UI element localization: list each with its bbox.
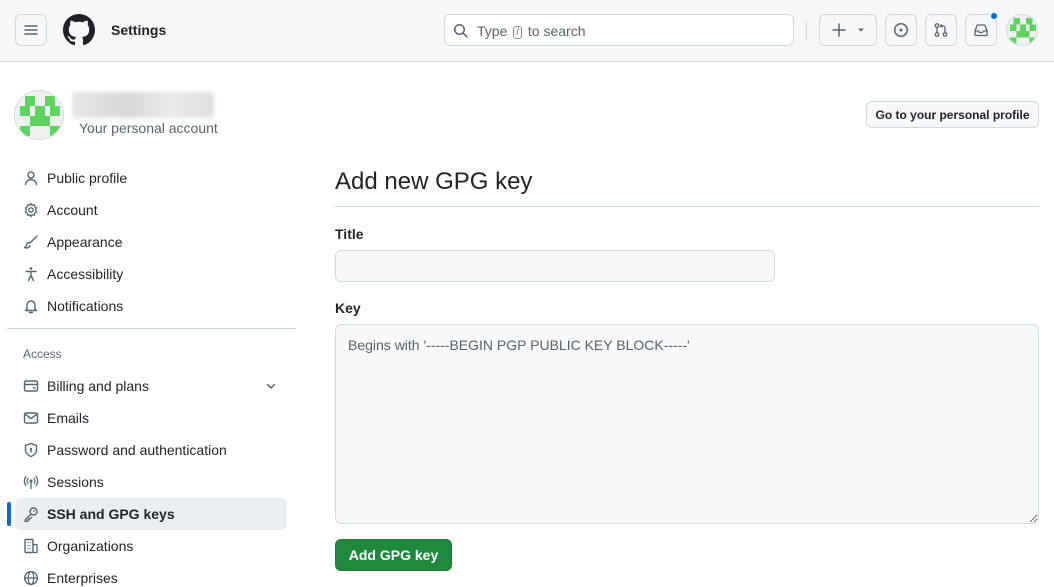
- key-field[interactable]: [335, 324, 1039, 524]
- person-icon: [15, 170, 47, 186]
- triangle-down-icon: [856, 25, 866, 35]
- header-title[interactable]: Settings: [111, 22, 166, 38]
- paintbrush-icon: [15, 234, 47, 250]
- sidebar-heading-access: Access: [23, 347, 62, 361]
- user-avatar[interactable]: [1006, 14, 1038, 46]
- title-divider: [335, 206, 1039, 207]
- search-icon: [453, 23, 469, 39]
- shield-lock-icon: [15, 442, 47, 458]
- key-label: Key: [335, 300, 361, 316]
- account-username-redacted: [72, 92, 214, 118]
- search-input[interactable]: Type / to search: [444, 14, 794, 46]
- sidebar-item-billing[interactable]: Billing and plans: [15, 370, 287, 402]
- sidebar-item-label: Emails: [47, 410, 90, 426]
- sidebar-item-organizations[interactable]: Organizations: [15, 530, 287, 562]
- bell-icon: [15, 298, 47, 314]
- go-to-profile-button[interactable]: Go to your personal profile: [866, 101, 1039, 128]
- add-gpg-key-button[interactable]: Add GPG key: [335, 539, 452, 571]
- sidebar-item-accessibility[interactable]: Accessibility: [15, 258, 287, 290]
- menu-button[interactable]: [15, 14, 47, 46]
- search-shortcut-key: /: [513, 26, 523, 39]
- chevron-down-icon[interactable]: [265, 380, 277, 392]
- issue-opened-icon: [893, 22, 909, 38]
- sidebar-item-enterprises[interactable]: Enterprises: [15, 562, 287, 587]
- sidebar-item-appearance[interactable]: Appearance: [15, 226, 287, 258]
- inbox-icon: [973, 22, 989, 38]
- title-label: Title: [335, 226, 364, 242]
- sidebar-item-public-profile[interactable]: Public profile: [15, 162, 287, 194]
- pull-requests-button[interactable]: [925, 14, 957, 46]
- sidebar-item-account[interactable]: Account: [15, 194, 287, 226]
- gear-icon: [15, 202, 47, 218]
- sidebar-item-password-authentication[interactable]: Password and authentication: [15, 434, 287, 466]
- title-field[interactable]: [335, 250, 775, 282]
- sidebar-item-label: Billing and plans: [47, 378, 149, 394]
- plus-icon: [831, 22, 847, 38]
- organization-icon: [15, 538, 47, 554]
- broadcast-icon: [15, 474, 47, 490]
- sidebar-item-label: SSH and GPG keys: [47, 506, 175, 522]
- hamburger-icon: [23, 22, 39, 38]
- key-icon: [15, 506, 47, 522]
- account-avatar: [14, 90, 64, 140]
- sidebar-item-label: Sessions: [47, 474, 104, 490]
- sidebar-item-label: Password and authentication: [47, 442, 227, 458]
- sidebar-item-label: Enterprises: [47, 570, 118, 586]
- sidebar-item-label: Appearance: [47, 234, 123, 250]
- create-new-button[interactable]: [819, 14, 877, 46]
- sidebar-item-notifications[interactable]: Notifications: [15, 290, 287, 322]
- notification-indicator: [990, 12, 998, 20]
- accessibility-icon: [15, 266, 47, 282]
- globe-icon: [15, 570, 47, 586]
- sidebar-divider: [7, 328, 296, 329]
- github-logo-icon[interactable]: [63, 14, 95, 46]
- credit-card-icon: [15, 378, 47, 394]
- sidebar-item-label: Account: [47, 202, 98, 218]
- sidebar-item-sessions[interactable]: Sessions: [15, 466, 287, 498]
- page-title: Add new GPG key: [335, 168, 533, 195]
- git-pull-request-icon: [933, 22, 949, 38]
- account-subtitle: Your personal account: [79, 120, 218, 136]
- sidebar-item-label: Notifications: [47, 298, 124, 314]
- header-divider: [806, 20, 807, 40]
- sidebar-item-label: Public profile: [47, 170, 128, 186]
- mail-icon: [15, 410, 47, 426]
- sidebar-item-label: Accessibility: [47, 266, 124, 282]
- search-placeholder: Type / to search: [477, 23, 586, 39]
- sidebar-active-indicator: [7, 502, 11, 526]
- sidebar-item-label: Organizations: [47, 538, 134, 554]
- issues-button[interactable]: [885, 14, 917, 46]
- app-header: Settings Type / to search: [0, 0, 1054, 62]
- sidebar-item-emails[interactable]: Emails: [15, 402, 287, 434]
- sidebar-item-ssh-gpg-keys[interactable]: SSH and GPG keys: [15, 498, 287, 530]
